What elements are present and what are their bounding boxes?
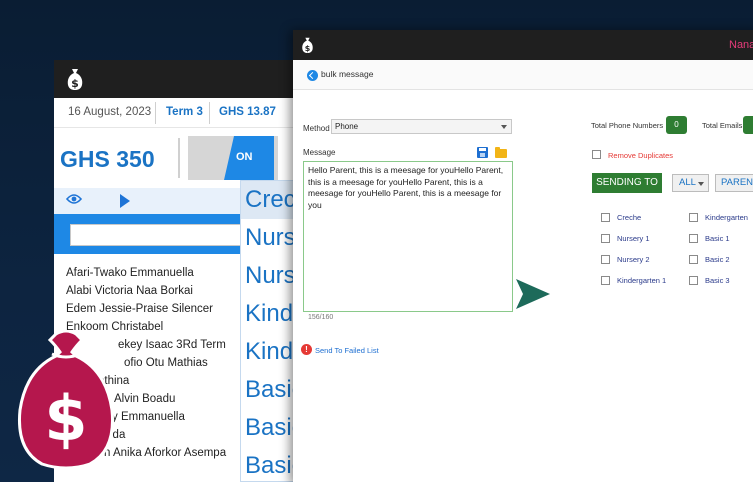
class-label: Kindergarten <box>705 213 748 222</box>
class-label: Nursery 2 <box>617 255 650 264</box>
class-checkbox[interactable] <box>689 213 698 222</box>
toolbar-strip <box>54 188 244 214</box>
list-item[interactable]: Alabi Victoria Naa Borkai <box>66 282 226 300</box>
remove-duplicates-label: Remove Duplicates <box>608 151 674 160</box>
class-option[interactable]: Kind <box>241 333 299 371</box>
class-checkbox[interactable] <box>689 276 698 285</box>
recipient-filter-select[interactable]: ALL <box>672 174 709 192</box>
save-icon[interactable] <box>477 147 488 158</box>
method-select[interactable]: Phone <box>331 119 512 134</box>
breadcrumb: bulk message <box>293 60 753 90</box>
title-bar: $ Nana <box>293 30 753 60</box>
class-checkbox[interactable] <box>689 255 698 264</box>
class-label: Basic 3 <box>705 276 730 285</box>
eye-icon[interactable] <box>66 193 82 205</box>
class-option[interactable]: Crec <box>241 181 299 219</box>
method-value: Phone <box>335 122 359 131</box>
class-option[interactable]: Basic <box>241 447 299 481</box>
class-label: Basic 1 <box>705 234 730 243</box>
message-textarea[interactable]: Hello Parent, this is a meesage for youH… <box>303 161 513 312</box>
money-bag-icon: $ <box>302 37 313 53</box>
class-checkbox[interactable] <box>601 234 610 243</box>
class-option[interactable]: Nurs <box>241 257 299 295</box>
term-label: Term 3 <box>166 106 203 118</box>
class-checkbox[interactable] <box>601 255 610 264</box>
total-emails-badge <box>743 116 753 134</box>
list-item[interactable]: Afari-Twako Emmanuella <box>66 264 226 282</box>
char-counter: 156/160 <box>308 314 334 321</box>
divider <box>178 138 180 178</box>
list-item[interactable]: Edem Jessie-Praise Silencer <box>66 300 226 318</box>
class-checkbox[interactable] <box>601 276 610 285</box>
class-label: Nursery 1 <box>617 234 650 243</box>
amount-label: GHS 350 <box>60 146 155 172</box>
parent-button[interactable]: PARENT <box>715 174 753 192</box>
divider <box>209 102 210 124</box>
class-label: Kindergarten 1 <box>617 276 667 285</box>
total-phone-badge: 0 <box>666 116 687 134</box>
svg-text:$: $ <box>44 382 87 455</box>
total-phone-label: Total Phone Numbers <box>591 121 664 130</box>
money-bag-icon: $ <box>17 330 115 470</box>
date-label: 16 August, 2023 <box>68 106 152 118</box>
sms-balance-label: GHS 13.87 <box>219 106 276 118</box>
user-name[interactable]: Nana <box>729 39 753 51</box>
breadcrumb-label: bulk message <box>321 69 374 79</box>
class-option[interactable]: Nurs <box>241 219 299 257</box>
send-to-failed-link[interactable]: Send To Failed List <box>315 346 379 355</box>
info-bar: 16 August, 2023 Term 3 GHS 13.87 <box>54 98 314 128</box>
chevron-down-icon <box>698 182 704 186</box>
svg-text:$: $ <box>305 44 311 53</box>
sending-to-button[interactable]: SENDING TO <box>592 173 662 193</box>
toggle-label: ON <box>236 151 253 163</box>
message-label: Message <box>303 148 336 157</box>
class-label: Creche <box>617 213 642 222</box>
class-option[interactable]: Basic <box>241 409 299 447</box>
divider <box>155 102 156 124</box>
search-input[interactable] <box>70 224 246 246</box>
chevron-down-icon <box>501 125 507 129</box>
class-checkbox[interactable] <box>689 234 698 243</box>
class-option[interactable]: Basic <box>241 371 299 409</box>
class-option[interactable]: Kind <box>241 295 299 333</box>
back-title-bar: $ <box>54 60 314 98</box>
remove-duplicates-checkbox[interactable] <box>592 150 601 159</box>
send-arrow-icon[interactable] <box>515 278 551 310</box>
play-icon[interactable] <box>120 194 130 208</box>
method-label: Method <box>303 124 330 133</box>
svg-text:$: $ <box>71 77 79 90</box>
recipient-filter-value: ALL <box>679 177 696 188</box>
back-arrow-icon[interactable] <box>307 70 318 81</box>
exclamation-icon: ! <box>301 344 312 355</box>
total-emails-label: Total Emails <box>702 121 743 130</box>
class-checkbox[interactable] <box>601 213 610 222</box>
money-bag-icon: $ <box>67 69 83 90</box>
bulk-message-window: $ Nana bulk message Method Phone Message… <box>293 30 753 482</box>
class-dropdown-list[interactable]: Crec Nurs Nurs Kind Kind Basic Basic Bas… <box>240 180 300 482</box>
folder-icon[interactable] <box>495 147 507 158</box>
class-label: Basic 2 <box>705 255 730 264</box>
